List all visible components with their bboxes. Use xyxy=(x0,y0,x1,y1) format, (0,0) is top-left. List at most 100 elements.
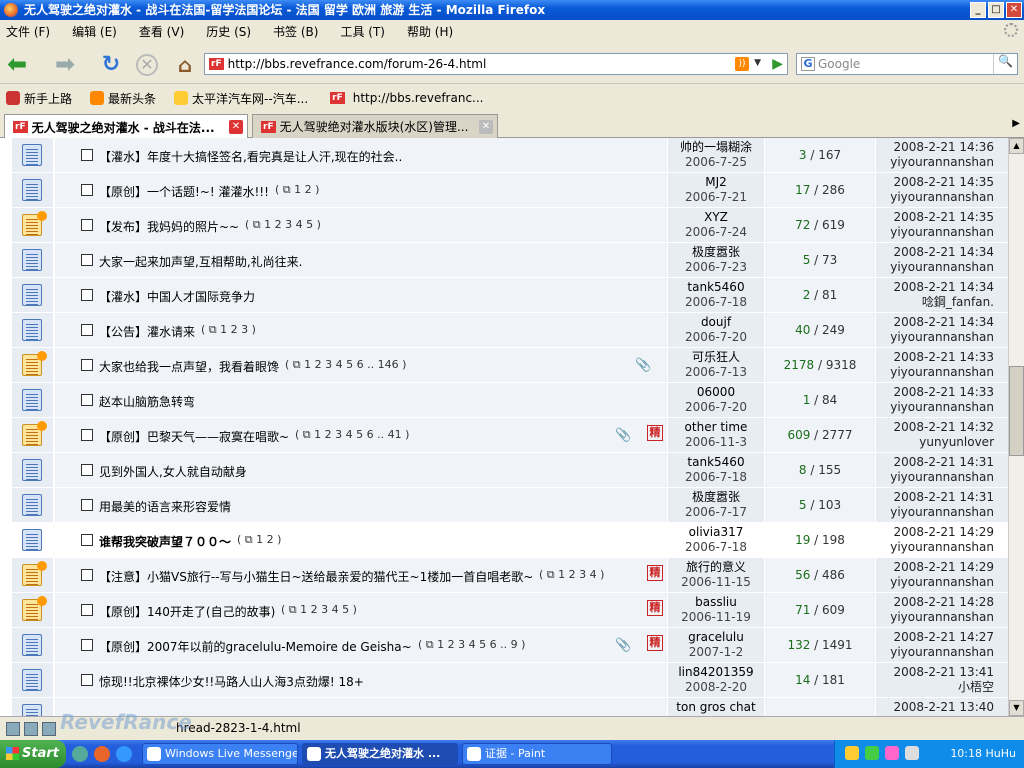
author-link[interactable]: 06000 xyxy=(668,383,764,400)
stop-button[interactable]: ✕ xyxy=(136,54,158,76)
thread-title-link[interactable]: 【灌水】年度十大搞怪签名,看完真是让人汗,现在的社会.. xyxy=(99,148,402,165)
thread-title-link[interactable]: 【发布】我妈妈的照片~~ xyxy=(99,218,239,235)
last-post-time[interactable]: 2008-2-21 14:28 xyxy=(876,593,995,610)
thread-row[interactable]: 【注意】小猫VS旅行--写与小猫生日~送给最亲爱的猫代王~1楼加一首自唱老歌~ (… xyxy=(12,558,1008,593)
thread-row[interactable]: 惊现!!北京裸体少女!!马路人山人海3点劲爆! 18+ lin84201359 20… xyxy=(12,663,1008,698)
scroll-down-icon[interactable]: ▼ xyxy=(1009,700,1024,716)
menu-tools[interactable]: 工具 (T) xyxy=(340,23,385,40)
scroll-thumb[interactable] xyxy=(1009,366,1024,456)
select-checkbox[interactable] xyxy=(81,184,93,196)
thread-row[interactable]: 大家一起来加声望,互相帮助,礼尚往来. 极度嚣张 2006-7-23 5 / 73 20… xyxy=(12,243,1008,278)
author-link[interactable]: bassliu xyxy=(668,593,764,610)
last-post-time[interactable]: 2008-2-21 14:34 xyxy=(876,243,995,260)
minimize-button[interactable]: _ xyxy=(970,2,986,18)
desktop-icon[interactable] xyxy=(72,746,88,762)
last-post-user[interactable]: yunyunlover xyxy=(876,435,994,450)
last-post-time[interactable]: 2008-2-21 14:31 xyxy=(876,453,995,470)
thread-row[interactable]: 赵本山脑筋急转弯 06000 2006-7-20 1 / 84 2008-2-21 14… xyxy=(12,383,1008,418)
menu-edit[interactable]: 编辑 (E) xyxy=(72,23,117,40)
task-messenger[interactable]: Windows Live Messenger xyxy=(142,743,298,765)
thread-row[interactable]: 大家也给我一点声望，我看着眼馋 ( ⧉ 1 2 3 4 5 6 .. 146 ) 📎… xyxy=(12,348,1008,383)
author-link[interactable]: XYZ xyxy=(668,208,764,225)
address-bar[interactable]: rF http://bbs.revefrance.com/forum-26-4.… xyxy=(204,53,788,75)
page-links[interactable]: ( ⧉ 1 2 3 4 5 ) xyxy=(245,218,321,232)
last-post-time[interactable]: 2008-2-21 13:41 xyxy=(876,663,995,680)
select-checkbox[interactable] xyxy=(81,359,93,371)
last-post-time[interactable]: 2008-2-21 14:35 xyxy=(876,173,995,190)
author-link[interactable]: tank5460 xyxy=(668,278,764,295)
last-post-time[interactable]: 2008-2-21 14:33 xyxy=(876,383,995,400)
page-links[interactable]: ( ⧉ 1 2 3 4 5 ) xyxy=(281,603,357,617)
author-link[interactable]: gracelulu xyxy=(668,628,764,645)
menu-file[interactable]: 文件 (F) xyxy=(6,23,50,40)
page-links[interactable]: ( ⧉ 1 2 3 4 5 6 .. 9 ) xyxy=(418,638,525,652)
search-box[interactable]: G Google 🔍 xyxy=(796,53,1018,75)
select-checkbox[interactable] xyxy=(81,674,93,686)
author-link[interactable]: MJ2 xyxy=(668,173,764,190)
author-link[interactable]: ton gros chat xyxy=(668,698,764,715)
select-checkbox[interactable] xyxy=(81,324,93,336)
task-paint[interactable]: 证据 - Paint xyxy=(462,743,612,765)
author-link[interactable]: olivia317 xyxy=(668,523,764,540)
author-link[interactable]: 帅的一塌糊涂 xyxy=(668,138,764,155)
reload-button[interactable]: ↻ xyxy=(98,52,124,78)
thread-title-link[interactable]: 用最美的语言来形容爱情 xyxy=(99,498,231,515)
messenger-tray-icon[interactable] xyxy=(865,746,879,760)
thread-title-link[interactable]: 【原创】一个话题!~! 灌灌水!!! xyxy=(99,183,269,200)
last-post-time[interactable]: 2008-2-21 14:36 xyxy=(876,138,995,155)
tab-forum[interactable]: rF 无人驾驶之绝对灌水 - 战斗在法... ✕ xyxy=(4,114,248,139)
thread-title-link[interactable]: 【原创】2007年以前的gracelulu-Memoire de Geisha~ xyxy=(99,638,412,655)
bookmark-latest-headlines[interactable]: 最新头条 xyxy=(90,90,156,107)
thread-row[interactable]: 【原创】巴黎天气——寂寞在唱歌~ ( ⧉ 1 2 3 4 5 6 .. 41 ) 📎… xyxy=(12,418,1008,453)
thread-title-link[interactable]: 惊现!!北京裸体少女!!马路人山人海3点劲爆! 18+ xyxy=(99,673,364,690)
google-engine-icon[interactable]: G xyxy=(801,57,815,71)
thread-row[interactable]: 【原创】2007年以前的gracelulu-Memoire de Geisha~… xyxy=(12,628,1008,663)
last-post-time[interactable]: 2008-2-21 14:31 xyxy=(876,488,995,505)
select-checkbox[interactable] xyxy=(81,499,93,511)
last-post-user[interactable]: yiyourannanshan xyxy=(876,155,994,170)
thread-title-link[interactable]: 见到外国人,女人就自动献身 xyxy=(99,463,247,480)
search-input[interactable]: Google xyxy=(818,57,860,71)
bookmark-getting-started[interactable]: 新手上路 xyxy=(6,90,72,107)
last-post-user[interactable]: 唸鋼_fanfan. xyxy=(876,295,994,310)
thread-title-link[interactable]: 大家一起来加声望,互相帮助,礼尚往来. xyxy=(99,253,302,270)
page-links[interactable]: ( ⧉ 1 2 ) xyxy=(237,533,281,547)
author-link[interactable]: lin84201359 xyxy=(668,663,764,680)
thread-row[interactable]: 【原创】一个话题!~! 灌灌水!!!( ⧉ 1 2 ) MJ2 2006-7-21 1… xyxy=(12,173,1008,208)
thread-title-link[interactable]: 赵本山脑筋急转弯 xyxy=(99,393,195,410)
forward-button[interactable]: ➡ xyxy=(52,52,78,78)
last-post-time[interactable]: 2008-2-21 14:32 xyxy=(876,418,995,435)
last-post-time[interactable]: 2008-2-21 14:35 xyxy=(876,208,995,225)
last-post-user[interactable]: yiyourannanshan xyxy=(876,190,994,205)
thread-title-link[interactable]: 【原创】140开走了(自己的故事) xyxy=(99,603,275,620)
last-post-user[interactable]: yiyourannanshan xyxy=(876,610,994,625)
thread-title-link[interactable]: 【公告】灌水请来 xyxy=(99,323,195,340)
thread-row[interactable]: 【灌水】中国人才国际竞争力 tank5460 2006-7-18 2 / 81 2008… xyxy=(12,278,1008,313)
rss-feed-icon[interactable]: )) xyxy=(735,57,749,71)
select-checkbox[interactable] xyxy=(81,429,93,441)
menu-history[interactable]: 历史 (S) xyxy=(206,23,251,40)
select-checkbox[interactable] xyxy=(81,464,93,476)
thread-row[interactable]: 见到外国人,女人就自动献身 tank5460 2006-7-18 8 / 155 200… xyxy=(12,453,1008,488)
url-dropdown-icon[interactable]: ▼ xyxy=(754,58,761,68)
start-button[interactable]: Start xyxy=(0,740,66,768)
last-post-user[interactable]: yiyourannanshan xyxy=(876,225,994,240)
menu-view[interactable]: 查看 (V) xyxy=(139,23,184,40)
menu-bookmarks[interactable]: 书签 (B) xyxy=(273,23,318,40)
last-post-user[interactable]: yiyourannanshan xyxy=(876,645,994,660)
home-button[interactable]: ⌂ xyxy=(172,52,198,78)
last-post-user[interactable]: 小梧空 xyxy=(876,680,994,695)
author-link[interactable]: 极度嚣张 xyxy=(668,243,764,260)
thread-title-link[interactable]: 【灌水】中国人才国际竞争力 xyxy=(99,288,255,305)
search-button-icon[interactable]: 🔍 xyxy=(993,54,1017,74)
author-link[interactable]: 旅行的意义 xyxy=(668,558,764,575)
bookmark-revefrance[interactable]: rF http://bbs.revefranc... xyxy=(326,91,484,105)
page-links[interactable]: ( ⧉ 1 2 3 4 ) xyxy=(539,568,604,582)
thread-title-link[interactable]: 大家也给我一点声望，我看着眼馋 xyxy=(99,358,279,375)
page-links[interactable]: ( ⧉ 1 2 3 4 5 6 .. 146 ) xyxy=(285,358,406,372)
author-link[interactable]: 可乐狂人 xyxy=(668,348,764,365)
tab-list-icon[interactable]: ▶ xyxy=(1012,118,1020,129)
bookmark-pcauto[interactable]: 太平洋汽车网--汽车... xyxy=(174,90,308,107)
last-post-user[interactable]: yiyourannanshan xyxy=(876,260,994,275)
thread-row[interactable]: 用最美的语言来形容爱情 极度嚣张 2006-7-17 5 / 103 2008-2-21… xyxy=(12,488,1008,523)
